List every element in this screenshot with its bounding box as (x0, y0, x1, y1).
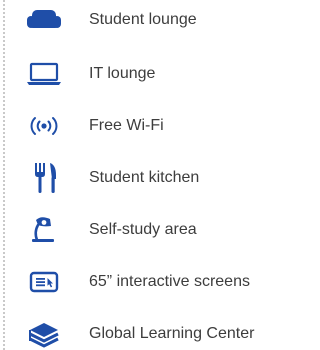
amenity-label: IT lounge (89, 65, 156, 82)
amenity-item-student-lounge: Student lounge (0, 0, 296, 40)
amenity-item-global-learning-center: Global Learning Center (0, 314, 296, 350)
amenity-label: Free Wi-Fi (89, 117, 164, 134)
amenity-label: Student lounge (89, 11, 197, 28)
amenity-item-student-kitchen: Student kitchen (0, 158, 296, 198)
amenity-list: Student lounge IT lounge Free Wi-Fi Stud… (0, 0, 296, 350)
amenity-item-interactive-screens: 65” interactive screens (0, 262, 296, 302)
amenity-item-it-lounge: IT lounge (0, 54, 296, 94)
books-icon (24, 318, 64, 350)
amenity-label: Global Learning Center (89, 325, 255, 342)
desk-lamp-icon (24, 214, 64, 246)
wifi-icon (24, 110, 64, 142)
amenity-label: Student kitchen (89, 169, 200, 186)
amenity-label: Self-study area (89, 221, 197, 238)
interactive-screen-icon (24, 266, 64, 298)
amenity-label: 65” interactive screens (89, 273, 250, 290)
amenity-item-self-study-area: Self-study area (0, 210, 296, 250)
fork-knife-icon (24, 162, 64, 194)
sofa-icon (24, 4, 64, 36)
laptop-icon (24, 58, 64, 90)
amenity-item-free-wifi: Free Wi-Fi (0, 106, 296, 146)
